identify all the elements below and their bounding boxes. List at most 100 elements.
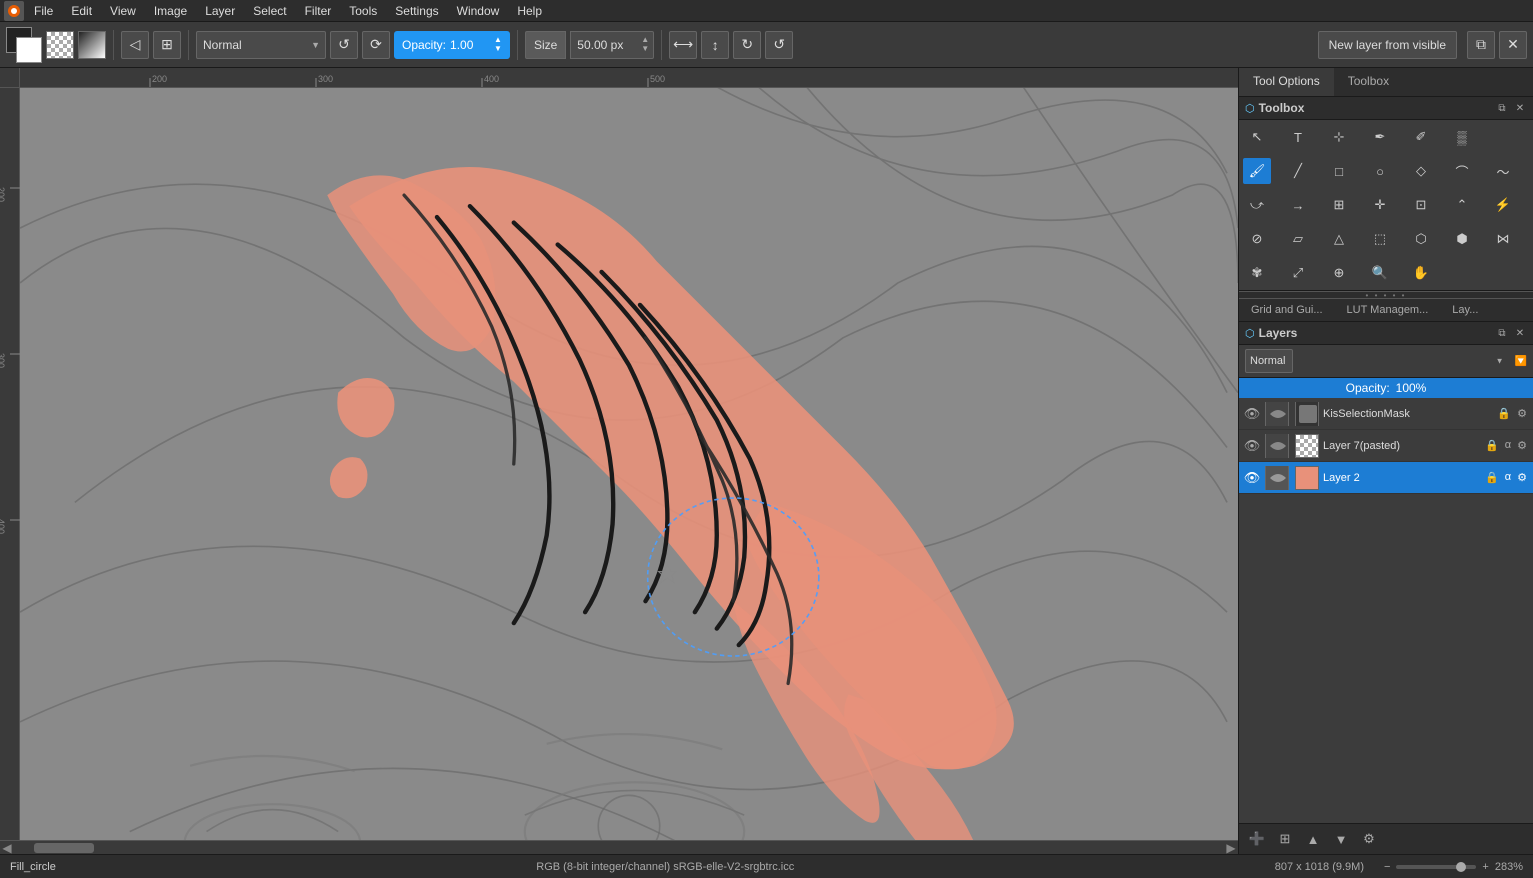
background-color[interactable]: [16, 37, 42, 63]
layers-opacity-value[interactable]: 100%: [1396, 381, 1427, 395]
layer-lock-1[interactable]: 🔒: [1483, 438, 1501, 453]
menu-filter[interactable]: Filter: [297, 2, 340, 20]
erase-btn[interactable]: ◁: [121, 31, 149, 59]
tool-wave[interactable]: ～: [1489, 158, 1517, 184]
tool-path-curve[interactable]: ⤻: [1243, 192, 1271, 218]
layers-blend-lock[interactable]: 🔽: [1515, 356, 1527, 367]
new-layer-visible-btn[interactable]: New layer from visible: [1318, 31, 1457, 59]
menu-help[interactable]: Help: [509, 2, 550, 20]
tool-pen[interactable]: ✒: [1366, 124, 1394, 150]
layer-eye-layer2[interactable]: 👁: [1243, 469, 1261, 487]
layer-lock-2[interactable]: 🔒: [1483, 470, 1501, 485]
tool-freehand-select[interactable]: ⋈: [1489, 226, 1517, 252]
mirror-h-btn[interactable]: ⟷: [669, 31, 697, 59]
app-icon[interactable]: [4, 1, 24, 21]
tool-magnetic[interactable]: ✾: [1243, 260, 1271, 286]
layer-more-1[interactable]: ⚙: [1515, 438, 1529, 453]
zoom-in-btn[interactable]: +: [1482, 861, 1488, 873]
tool-crop2[interactable]: ⊡: [1407, 192, 1435, 218]
tab-lut-management[interactable]: LUT Managem...: [1335, 299, 1441, 321]
size-up[interactable]: ▲: [641, 36, 649, 44]
tool-rect[interactable]: □: [1325, 158, 1353, 184]
canvas-area[interactable]: [20, 88, 1238, 840]
menu-tools[interactable]: Tools: [341, 2, 385, 20]
menu-window[interactable]: Window: [449, 2, 508, 20]
tool-ellipse-select[interactable]: ⬡: [1407, 226, 1435, 252]
tool-move[interactable]: ✛: [1366, 192, 1394, 218]
layer-eye-selection-mask[interactable]: 👁: [1243, 405, 1261, 423]
tool-brush[interactable]: 🖌: [1243, 158, 1271, 184]
tool-pan[interactable]: ✋: [1407, 260, 1435, 286]
tool-arrow-draw[interactable]: →: [1284, 192, 1312, 218]
size-down[interactable]: ▼: [641, 45, 649, 53]
tool-line[interactable]: ╱: [1284, 158, 1312, 184]
tool-similar[interactable]: ⊕: [1325, 260, 1353, 286]
tool-diamond[interactable]: ◇: [1407, 158, 1435, 184]
tool-perspective[interactable]: ⌃: [1448, 192, 1476, 218]
tool-pattern[interactable]: ▒: [1448, 124, 1476, 150]
tool-fuzzy-select[interactable]: ⤢: [1284, 260, 1312, 286]
layer-more-0[interactable]: ⚙: [1515, 406, 1529, 421]
size-input[interactable]: [571, 38, 641, 52]
tool-deform[interactable]: ⚡: [1489, 192, 1517, 218]
tool-gradient[interactable]: ▱: [1284, 226, 1312, 252]
scrollbar-horizontal[interactable]: ◀ ▶: [0, 840, 1238, 854]
toolbox-float-btn[interactable]: ⧉: [1495, 101, 1509, 115]
tool-polygon-select[interactable]: ⬢: [1448, 226, 1476, 252]
layer-properties-btn[interactable]: ⚙: [1357, 828, 1381, 850]
layer-alpha-2[interactable]: α: [1503, 470, 1513, 485]
menu-select[interactable]: Select: [245, 2, 294, 20]
pattern-swatch[interactable]: [46, 31, 74, 59]
tool-crop[interactable]: ⊹: [1325, 124, 1353, 150]
tool-zoom[interactable]: 🔍: [1366, 260, 1394, 286]
preserve-alpha-btn[interactable]: ⊞: [153, 31, 181, 59]
tool-text[interactable]: T: [1284, 124, 1312, 150]
zoom-thumb[interactable]: [1456, 862, 1466, 872]
menu-image[interactable]: Image: [146, 2, 195, 20]
tab-tool-options[interactable]: Tool Options: [1239, 68, 1334, 96]
layer-more-2[interactable]: ⚙: [1515, 470, 1529, 485]
layers-close-btn[interactable]: ✕: [1513, 326, 1527, 340]
scroll-left-btn[interactable]: ◀: [0, 841, 14, 855]
tool-transform[interactable]: ⊞: [1325, 192, 1353, 218]
menu-file[interactable]: File: [26, 2, 61, 20]
layer-lock-0[interactable]: 🔒: [1495, 406, 1513, 421]
add-layer-btn[interactable]: ➕: [1245, 828, 1269, 850]
opacity-up[interactable]: ▲: [494, 36, 502, 44]
zoom-slider[interactable]: [1396, 865, 1476, 869]
reset-btn[interactable]: ↺: [330, 31, 358, 59]
tool-fill[interactable]: ⊘: [1243, 226, 1271, 252]
tool-measure[interactable]: △: [1325, 226, 1353, 252]
tool-paint[interactable]: ✐: [1407, 124, 1435, 150]
toolbox-close-btn[interactable]: ✕: [1513, 101, 1527, 115]
scroll-track-h[interactable]: [14, 843, 1224, 853]
blend-mode-select[interactable]: Normal Multiply Screen Overlay: [196, 31, 326, 59]
layers-blend-select[interactable]: Normal Multiply Screen: [1245, 349, 1293, 373]
panel-float-btn[interactable]: ⧉: [1467, 31, 1495, 59]
rotate2-btn[interactable]: ↺: [765, 31, 793, 59]
opacity-input[interactable]: [450, 38, 490, 52]
scroll-right-btn[interactable]: ▶: [1224, 841, 1238, 855]
tool-ellipse[interactable]: ○: [1366, 158, 1394, 184]
add-group-btn[interactable]: ⊞: [1273, 828, 1297, 850]
layer-alpha-1[interactable]: α: [1503, 438, 1513, 453]
zoom-out-btn[interactable]: −: [1384, 861, 1390, 873]
move-layer-up-btn[interactable]: ▲: [1301, 828, 1325, 850]
opacity-down[interactable]: ▼: [494, 45, 502, 53]
mirror-v-btn[interactable]: ↕: [701, 31, 729, 59]
scroll-thumb-h[interactable]: [34, 843, 94, 853]
menu-settings[interactable]: Settings: [387, 2, 446, 20]
docked-separator[interactable]: • • • • •: [1239, 291, 1533, 299]
panel-close-btn[interactable]: ✕: [1499, 31, 1527, 59]
tab-grid-guides[interactable]: Grid and Gui...: [1239, 299, 1335, 321]
refresh-btn[interactable]: ⟳: [362, 31, 390, 59]
move-layer-down-btn[interactable]: ▼: [1329, 828, 1353, 850]
layer-item-selection-mask[interactable]: 👁 KisSelectionMask 🔒 ⚙: [1239, 398, 1533, 430]
layer-item-layer2[interactable]: 👁 Layer 2 🔒 α ⚙: [1239, 462, 1533, 494]
tool-rect-select[interactable]: ⬚: [1366, 226, 1394, 252]
layers-float-btn[interactable]: ⧉: [1495, 326, 1509, 340]
menu-edit[interactable]: Edit: [63, 2, 100, 20]
tab-toolbox[interactable]: Toolbox: [1334, 68, 1403, 96]
gradient-swatch[interactable]: [78, 31, 106, 59]
tool-arrow[interactable]: ↖: [1243, 124, 1271, 150]
